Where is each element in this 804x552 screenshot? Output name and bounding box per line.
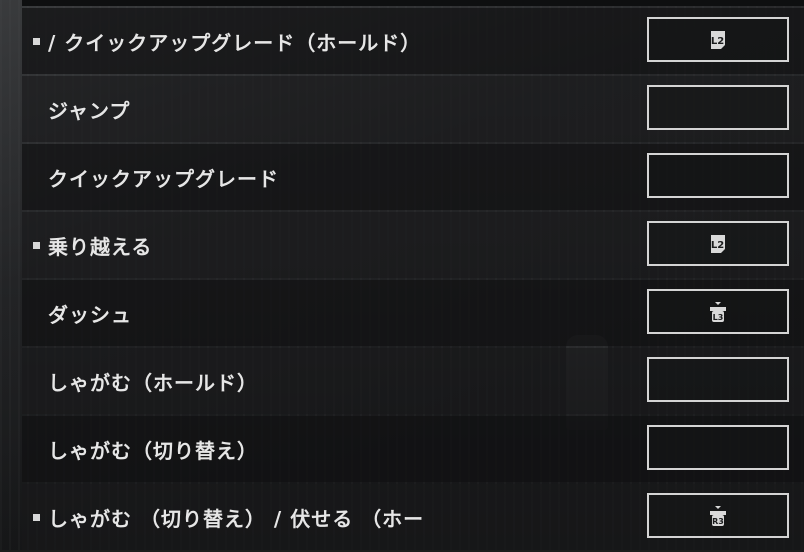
key-assign-box[interactable] xyxy=(647,153,789,198)
svg-text:L2: L2 xyxy=(711,240,724,251)
key-assign-box[interactable] xyxy=(647,85,789,130)
key-assign-box[interactable]: L3 xyxy=(647,289,789,334)
binding-label: / クイックアップグレード（ホールド） xyxy=(48,30,422,55)
binding-row-crouch-prone[interactable]: しゃがむ （切り替え） / 伏せる （ホー R3 xyxy=(22,484,804,550)
key-assign-box[interactable]: R3 xyxy=(647,493,789,538)
bullet-marker xyxy=(33,242,40,249)
key-assign-box[interactable] xyxy=(647,357,789,402)
keybinding-list: / クイックアップグレード（ホールド） L2 ジャンプ クイックアップグレード … xyxy=(22,8,804,552)
l2-button-icon: L2 xyxy=(711,234,725,253)
binding-label: しゃがむ （切り替え） / 伏せる （ホー xyxy=(48,506,425,531)
binding-label: ダッシュ xyxy=(48,302,132,327)
binding-row-crouch-hold[interactable]: しゃがむ（ホールド） xyxy=(22,348,804,414)
bullet-marker xyxy=(33,514,40,521)
binding-row-crouch-toggle[interactable]: しゃがむ（切り替え） xyxy=(22,416,804,482)
binding-label: ジャンプ xyxy=(48,98,131,123)
binding-label: しゃがむ（ホールド） xyxy=(48,370,258,395)
binding-row-quick-upgrade-hold[interactable]: / クイックアップグレード（ホールド） L2 xyxy=(22,8,804,74)
top-divider xyxy=(22,0,804,6)
binding-row-dash[interactable]: ダッシュ L3 xyxy=(22,280,804,346)
binding-row-vault[interactable]: 乗り越える L2 xyxy=(22,212,804,278)
r3-stick-press-icon: R3 xyxy=(710,505,726,526)
binding-label: しゃがむ（切り替え） xyxy=(48,438,258,463)
binding-row-jump[interactable]: ジャンプ xyxy=(22,76,804,142)
key-assign-box[interactable] xyxy=(647,425,789,470)
l2-button-icon: L2 xyxy=(711,30,725,49)
binding-label: 乗り越える xyxy=(48,234,153,259)
key-assign-box[interactable]: L2 xyxy=(647,17,789,62)
svg-text:R3: R3 xyxy=(712,517,724,526)
l3-stick-press-icon: L3 xyxy=(710,301,726,322)
bullet-marker xyxy=(33,38,40,45)
svg-text:L3: L3 xyxy=(713,313,724,322)
svg-text:L2: L2 xyxy=(711,36,724,47)
key-assign-box[interactable]: L2 xyxy=(647,221,789,266)
binding-label: クイックアップグレード xyxy=(48,166,279,191)
binding-row-quick-upgrade[interactable]: クイックアップグレード xyxy=(22,144,804,210)
